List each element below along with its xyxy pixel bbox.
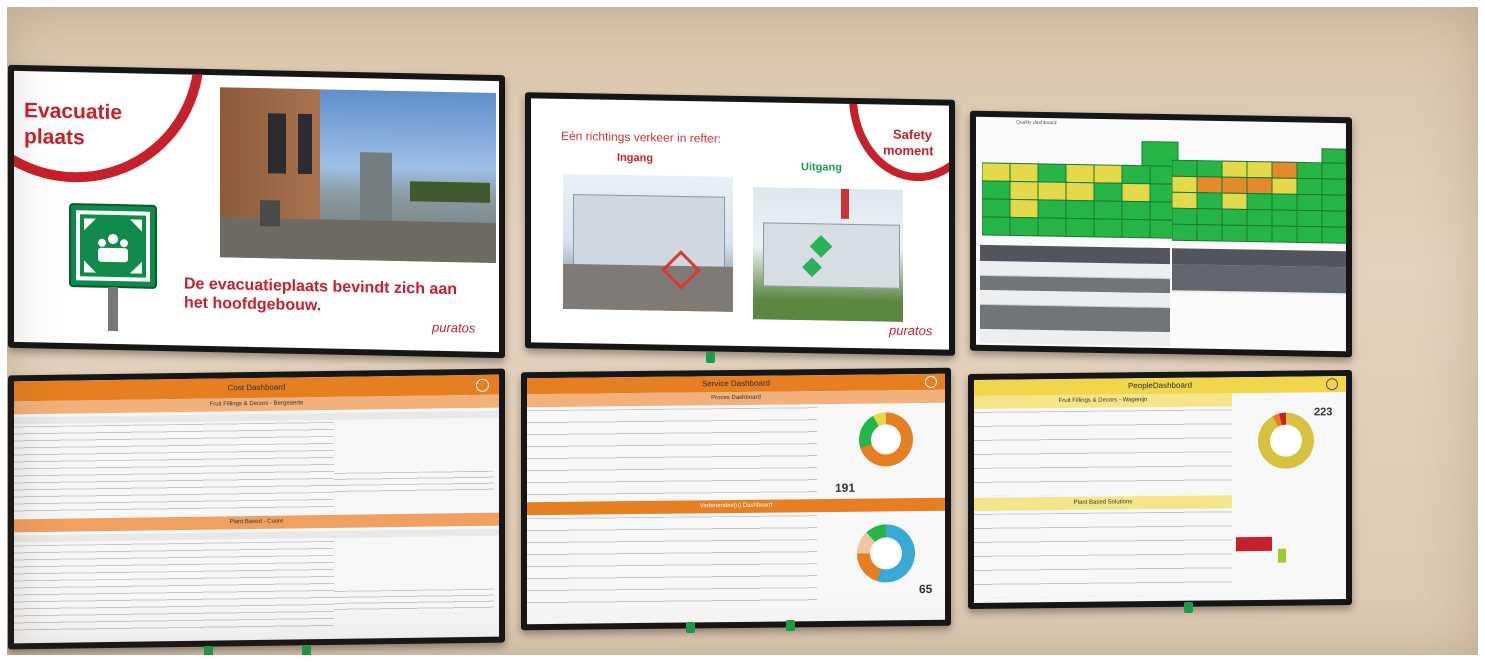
photo-border	[0, 0, 1485, 662]
